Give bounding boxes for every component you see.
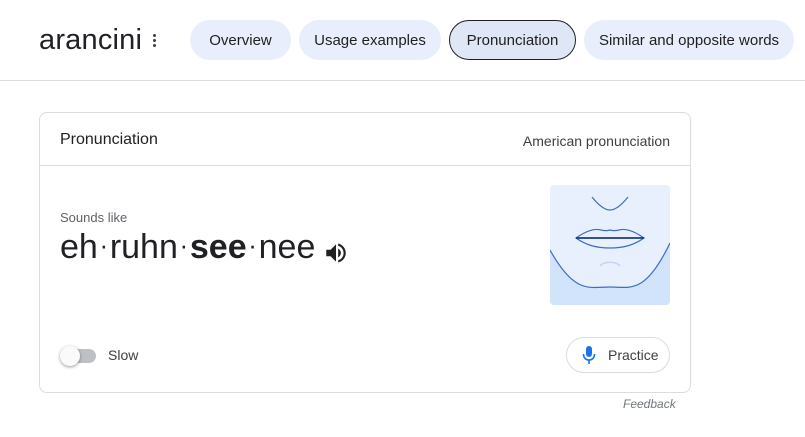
toggle-knob	[60, 346, 80, 366]
more-options-button[interactable]	[146, 28, 162, 52]
card-header: Pronunciation American pronunciation	[40, 113, 690, 166]
microphone-icon	[582, 346, 596, 364]
card-title: Pronunciation	[60, 131, 158, 148]
slow-label: Slow	[108, 347, 139, 363]
syllable: eh	[60, 228, 98, 266]
more-vert-icon-dot	[152, 38, 156, 42]
tab-pronunciation[interactable]: Pronunciation	[449, 20, 576, 60]
pronunciation-card: Pronunciation American pronunciation Sou…	[39, 112, 691, 393]
syllable-separator: ·	[248, 230, 257, 260]
practice-label: Practice	[608, 347, 659, 363]
slow-toggle[interactable]	[60, 346, 96, 366]
syllable-separator: ·	[179, 230, 189, 260]
word-header: arancini Overview Usage examples Pronunc…	[0, 0, 805, 81]
phonetic-spelling: eh · ruhn · see · nee	[60, 227, 349, 267]
tab-overview[interactable]: Overview	[190, 20, 291, 60]
syllable: nee	[258, 228, 316, 266]
syllable-separator: ·	[99, 230, 109, 260]
accent-label: American pronunciation	[522, 133, 670, 149]
more-vert-icon	[152, 33, 156, 37]
volume-icon[interactable]	[323, 235, 349, 263]
tab-similar-opposite-words[interactable]: Similar and opposite words	[584, 20, 794, 60]
tab-usage-examples[interactable]: Usage examples	[299, 20, 441, 60]
syllable-stressed: see	[189, 228, 247, 266]
syllable: ruhn	[109, 228, 178, 266]
mouth-diagram	[550, 185, 670, 305]
word-title: arancini	[39, 24, 143, 56]
feedback-link[interactable]: Feedback	[623, 397, 676, 411]
sounds-like-label: Sounds like	[60, 210, 128, 225]
more-vert-icon-dot	[152, 43, 156, 47]
practice-button[interactable]: Practice	[566, 337, 670, 373]
